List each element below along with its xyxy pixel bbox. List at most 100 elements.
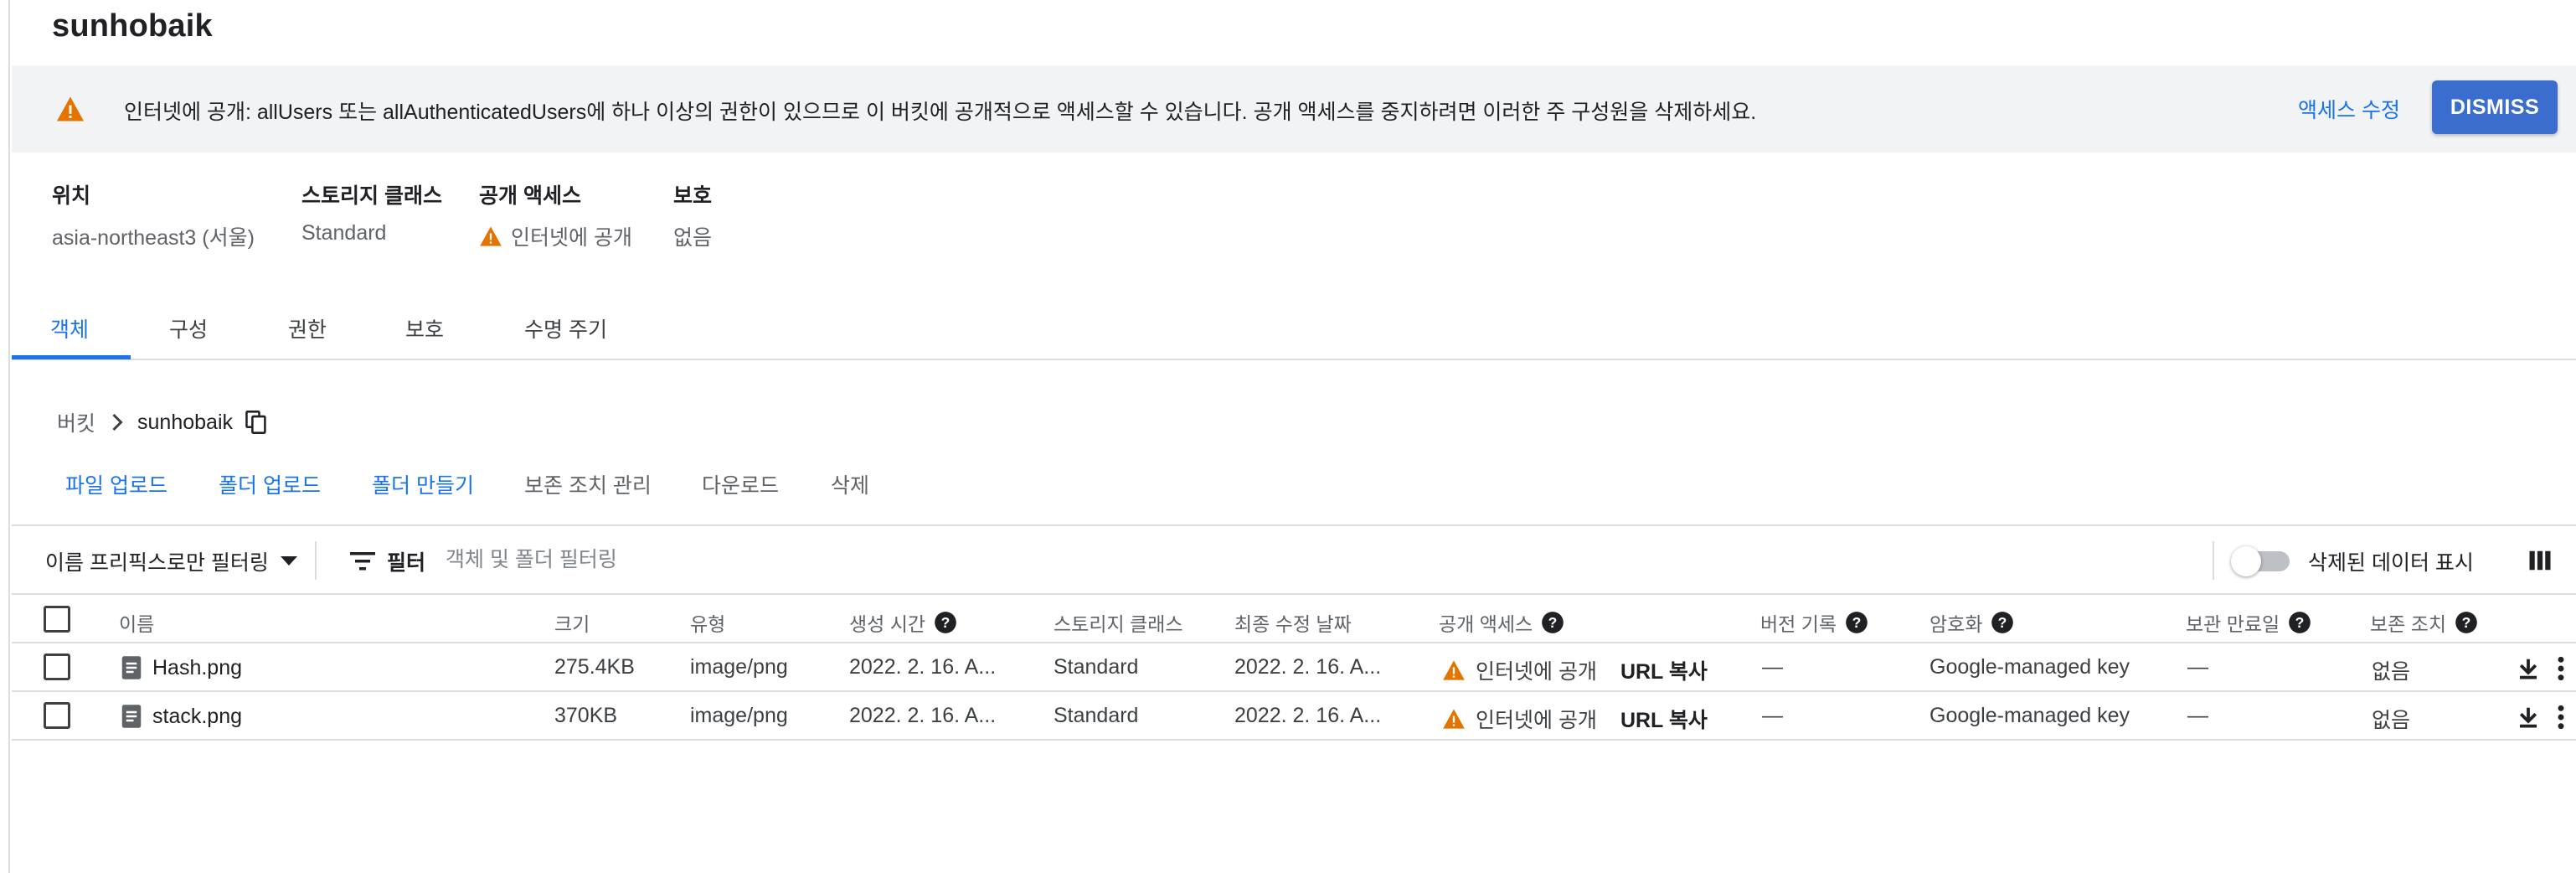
copy-url-button[interactable]: URL 복사 xyxy=(1620,655,1708,685)
object-encryption: Google-managed key xyxy=(1929,655,2130,679)
filter-bar: 이름 프리픽스로만 필터링 필터 삭제된 데이터 표시 xyxy=(12,524,2576,595)
object-holds: 없음 xyxy=(2372,709,2411,732)
column-header-size[interactable]: 크기 xyxy=(554,608,590,637)
more-vert-icon[interactable] xyxy=(2554,704,2568,731)
object-public-access: 인터넷에 공개 URL 복사 xyxy=(1442,655,1708,685)
table-header: 이름 크기 유형 생성 시간 ? 스토리지 클래스 최종 수정 날짜 공개 액세… xyxy=(12,595,2576,643)
object-created: 2022. 2. 16. A... xyxy=(849,704,997,727)
help-icon[interactable]: ? xyxy=(2288,611,2311,634)
copy-url-button[interactable]: URL 복사 xyxy=(1620,704,1708,734)
column-header-storage-class[interactable]: 스토리지 클래스 xyxy=(1054,608,1183,637)
object-storage-class: Standard xyxy=(1054,655,1139,679)
banner-message: 인터넷에 공개: allUsers 또는 allAuthenticatedUse… xyxy=(124,101,1757,124)
edit-access-link[interactable]: 액세스 수정 xyxy=(2298,94,2400,124)
column-header-holds[interactable]: 보존 조치 ? xyxy=(2370,608,2478,637)
column-header-encryption[interactable]: 암호화 ? xyxy=(1929,608,2014,637)
public-access-banner: 인터넷에 공개: allUsers 또는 allAuthenticatedUse… xyxy=(12,65,2576,152)
filter-button[interactable]: 필터 xyxy=(350,546,425,576)
active-tab-indicator xyxy=(12,355,131,359)
file-icon xyxy=(121,656,142,679)
delete-button[interactable]: 삭제 xyxy=(831,469,869,499)
dropdown-arrow-icon xyxy=(280,556,297,566)
download-icon[interactable] xyxy=(2516,704,2541,731)
warning-icon xyxy=(480,226,502,246)
upload-files-button[interactable]: 파일 업로드 xyxy=(65,469,167,499)
breadcrumb-current-bucket: sunhobaik xyxy=(137,410,233,434)
tab-objects[interactable]: 객체 xyxy=(50,313,89,344)
select-all-checkbox[interactable] xyxy=(44,606,70,633)
column-header-name[interactable]: 이름 xyxy=(119,608,154,637)
prefix-filter-label: 이름 프리픽스로만 필터링 xyxy=(45,551,269,575)
row-checkbox[interactable] xyxy=(44,653,70,680)
svg-text:?: ? xyxy=(941,614,951,631)
tab-lifecycle[interactable]: 수명 주기 xyxy=(524,313,607,344)
object-encryption: Google-managed key xyxy=(1929,704,2130,727)
column-header-version-history[interactable]: 버전 기록 ? xyxy=(1760,608,1868,637)
manage-holds-button[interactable]: 보존 조치 관리 xyxy=(524,469,652,499)
divider xyxy=(315,541,317,580)
copy-icon[interactable] xyxy=(245,410,268,435)
divider xyxy=(2213,541,2214,580)
location-info: 위치 asia-northeast3 (서울) xyxy=(52,179,255,250)
object-version-history: — xyxy=(1762,704,1783,727)
tab-configuration[interactable]: 구성 xyxy=(169,313,208,344)
storage-class-value: Standard xyxy=(301,221,387,245)
svg-text:?: ? xyxy=(1998,614,2007,631)
column-header-last-modified[interactable]: 최종 수정 날짜 xyxy=(1234,608,1352,637)
object-holds: 없음 xyxy=(2372,660,2411,684)
protection-label: 보호 xyxy=(673,184,713,208)
more-vert-icon[interactable] xyxy=(2554,655,2568,682)
column-header-retention-expiry[interactable]: 보관 만료일 ? xyxy=(2186,608,2311,637)
show-deleted-label: 삭제된 데이터 표시 xyxy=(2308,551,2474,575)
object-name-link[interactable]: Hash.png xyxy=(121,655,242,680)
svg-text:?: ? xyxy=(1852,614,1862,631)
column-header-created[interactable]: 생성 시간 ? xyxy=(849,608,957,637)
object-public-access: 인터넷에 공개 URL 복사 xyxy=(1442,704,1708,734)
column-display-icon[interactable] xyxy=(2527,548,2553,573)
download-icon[interactable] xyxy=(2516,655,2541,682)
help-icon[interactable]: ? xyxy=(934,611,957,634)
breadcrumb-buckets-link[interactable]: 버킷 xyxy=(57,407,95,437)
object-size: 370KB xyxy=(554,704,618,727)
left-panel-edge xyxy=(0,0,10,873)
svg-text:?: ? xyxy=(1548,614,1558,631)
filter-input[interactable] xyxy=(446,540,1199,580)
filter-list-icon xyxy=(350,552,375,571)
object-name: stack.png xyxy=(152,704,243,728)
help-icon[interactable]: ? xyxy=(2455,611,2478,634)
filter-label: 필터 xyxy=(387,551,426,575)
object-version-history: — xyxy=(1762,655,1783,679)
warning-icon xyxy=(57,96,84,121)
help-icon[interactable]: ? xyxy=(1845,611,1868,634)
download-button[interactable]: 다운로드 xyxy=(702,469,779,499)
bucket-details-page: sunhobaik 인터넷에 공개: allUsers 또는 allAuthen… xyxy=(12,0,2576,873)
object-last-modified: 2022. 2. 16. A... xyxy=(1234,704,1382,727)
upload-folder-button[interactable]: 폴더 업로드 xyxy=(219,469,321,499)
row-checkbox[interactable] xyxy=(44,702,70,729)
table-row[interactable]: Hash.png 275.4KB image/png 2022. 2. 16. … xyxy=(12,643,2576,692)
tab-permissions[interactable]: 권한 xyxy=(288,313,327,344)
column-header-type[interactable]: 유형 xyxy=(690,608,725,637)
help-icon[interactable]: ? xyxy=(1991,611,2014,634)
toggle-knob xyxy=(2231,546,2261,576)
object-type: image/png xyxy=(690,655,788,679)
protection-value: 없음 xyxy=(673,226,713,250)
warning-icon xyxy=(1443,660,1465,680)
show-deleted-toggle[interactable] xyxy=(2231,546,2291,576)
object-name-link[interactable]: stack.png xyxy=(121,704,242,729)
page-title: sunhobaik xyxy=(52,8,213,44)
table-row[interactable]: stack.png 370KB image/png 2022. 2. 16. A… xyxy=(12,692,2576,741)
breadcrumb: 버킷 sunhobaik xyxy=(57,407,268,437)
help-icon[interactable]: ? xyxy=(1541,611,1564,634)
object-last-modified: 2022. 2. 16. A... xyxy=(1234,655,1382,679)
svg-text:?: ? xyxy=(2295,614,2305,631)
column-header-public-access[interactable]: 공개 액세스 ? xyxy=(1439,608,1564,637)
prefix-filter-dropdown[interactable]: 이름 프리픽스로만 필터링 xyxy=(45,546,297,576)
dismiss-button[interactable]: DISMISS xyxy=(2432,80,2558,134)
tab-protection[interactable]: 보호 xyxy=(405,313,444,344)
storage-class-label: 스토리지 클래스 xyxy=(301,184,442,208)
public-access-text: 인터넷에 공개 xyxy=(511,226,632,250)
object-created: 2022. 2. 16. A... xyxy=(849,655,997,679)
create-folder-button[interactable]: 폴더 만들기 xyxy=(372,469,474,499)
warning-icon xyxy=(1443,709,1465,729)
